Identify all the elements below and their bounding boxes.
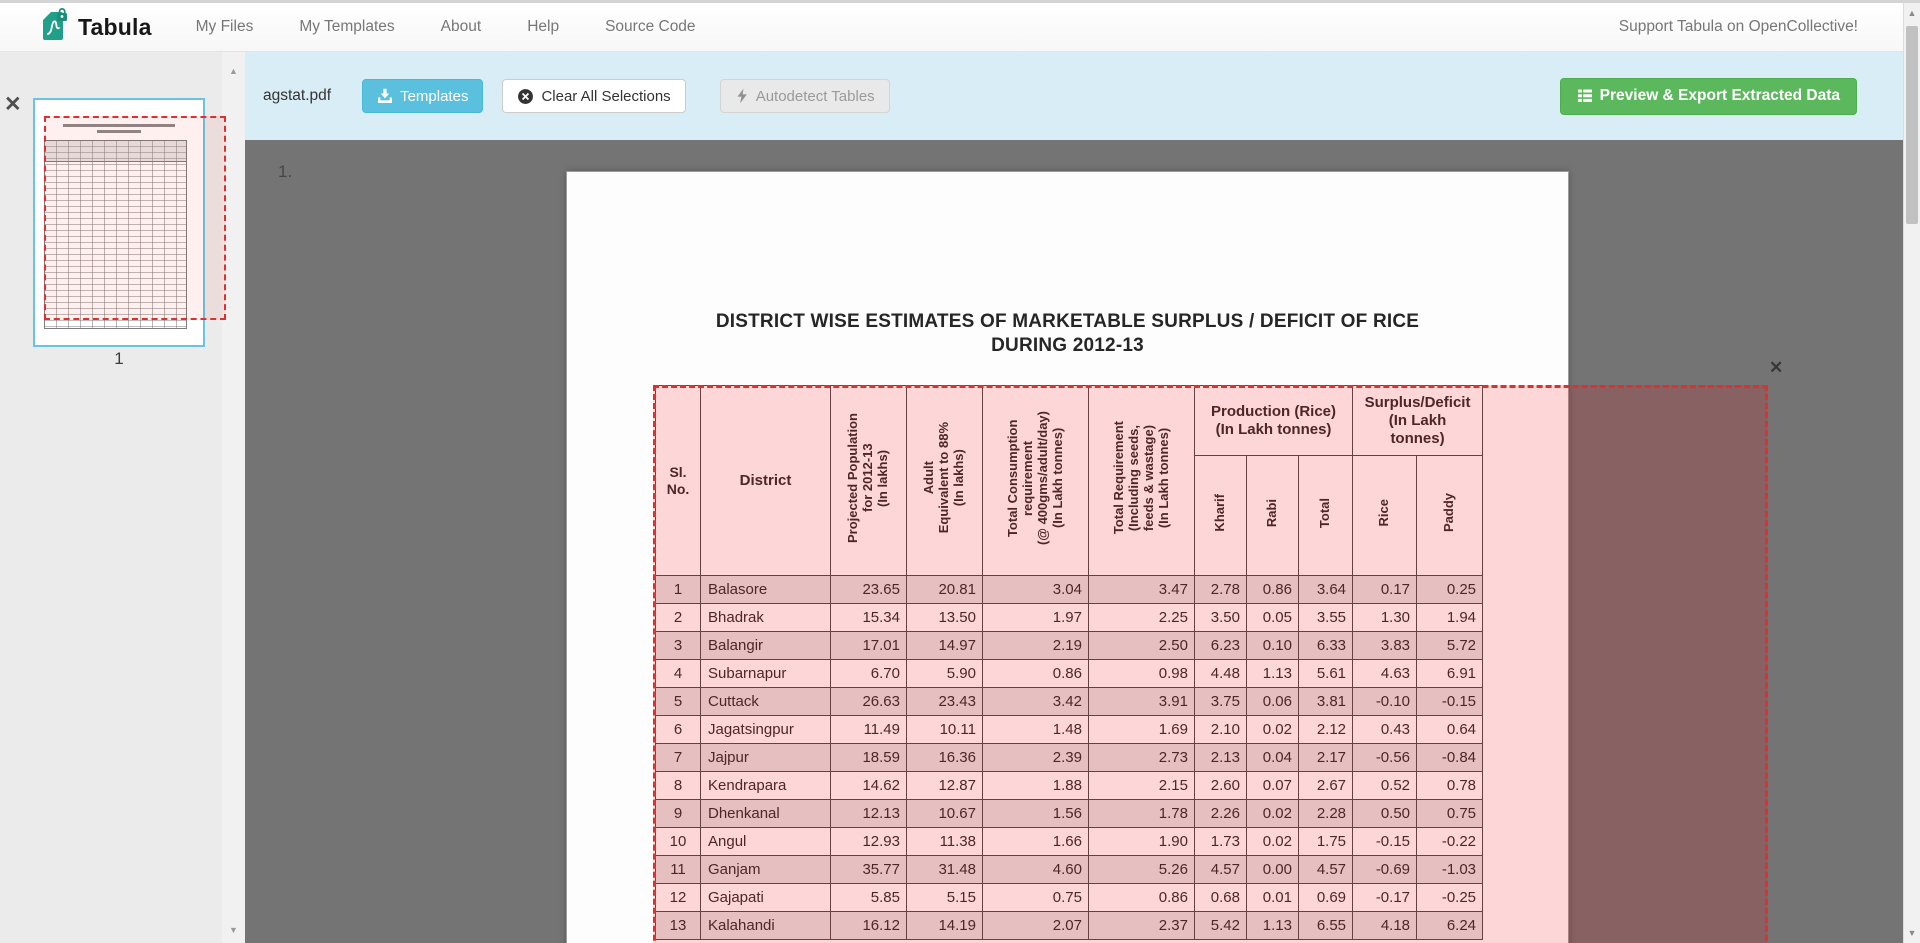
thumbnail-selection-box	[44, 116, 226, 320]
export-button-label: Preview & Export Extracted Data	[1600, 87, 1840, 105]
navbar: Tabula My Files My Templates About Help …	[0, 0, 1920, 52]
document-title: DISTRICT WISE ESTIMATES OF MARKETABLE SU…	[567, 310, 1568, 358]
scrollbar-thumb[interactable]	[1906, 26, 1918, 224]
nav-about[interactable]: About	[441, 18, 482, 36]
tabula-app: Tabula My Files My Templates About Help …	[0, 0, 1920, 943]
lightning-bolt-icon	[735, 88, 749, 104]
brand-title: Tabula	[78, 14, 152, 41]
toolbar: agstat.pdf Templates Clear All	[245, 52, 1903, 140]
clear-selections-label: Clear All Selections	[541, 88, 670, 105]
page-indicator: 1.	[278, 162, 292, 182]
brand-link[interactable]: Tabula	[42, 8, 152, 46]
scroll-down-icon[interactable]: ▼	[222, 925, 245, 935]
nav-source-code[interactable]: Source Code	[605, 18, 695, 36]
autodetect-tables-button[interactable]: Autodetect Tables	[720, 79, 890, 113]
save-template-icon	[377, 88, 393, 104]
remove-circle-icon	[517, 88, 534, 105]
scrollbar-up-icon[interactable]: ▲	[1904, 8, 1920, 18]
window-scrollbar[interactable]: ▲ ▼	[1903, 3, 1920, 943]
workspace: 1. DISTRICT WISE ESTIMATES OF MARKETABLE…	[245, 140, 1903, 943]
document-title-line2: DURING 2012-13	[567, 334, 1568, 358]
selection-box[interactable]	[653, 385, 1768, 943]
thumbnail-close-icon[interactable]: ✕	[4, 94, 22, 115]
selection-close-icon[interactable]: ✕	[1769, 359, 1783, 376]
autodetect-tables-label: Autodetect Tables	[756, 88, 875, 105]
nav-my-files[interactable]: My Files	[196, 18, 254, 36]
document-title-line1: DISTRICT WISE ESTIMATES OF MARKETABLE SU…	[567, 310, 1568, 334]
filename-label: agstat.pdf	[263, 87, 331, 105]
support-link[interactable]: Support Tabula on OpenCollective!	[1619, 18, 1858, 36]
scroll-up-icon[interactable]: ▲	[222, 66, 245, 76]
main-panel: agstat.pdf Templates Clear All	[245, 52, 1903, 943]
templates-button-label: Templates	[400, 88, 468, 105]
table-list-icon	[1577, 88, 1593, 104]
export-button[interactable]: Preview & Export Extracted Data	[1560, 78, 1857, 115]
tabula-logo-icon	[42, 8, 69, 46]
nav-my-templates[interactable]: My Templates	[299, 18, 394, 36]
sidebar: ✕ 1 ▲ ▼	[0, 52, 245, 943]
nav-help[interactable]: Help	[527, 18, 559, 36]
scrollbar-down-icon[interactable]: ▼	[1904, 928, 1920, 938]
templates-button[interactable]: Templates	[362, 79, 483, 113]
window-top-edge	[0, 0, 1920, 3]
thumbnail-page-number: 1	[33, 349, 205, 369]
nav-links: My Files My Templates About Help Source …	[196, 18, 696, 36]
clear-selections-button[interactable]: Clear All Selections	[502, 79, 685, 113]
